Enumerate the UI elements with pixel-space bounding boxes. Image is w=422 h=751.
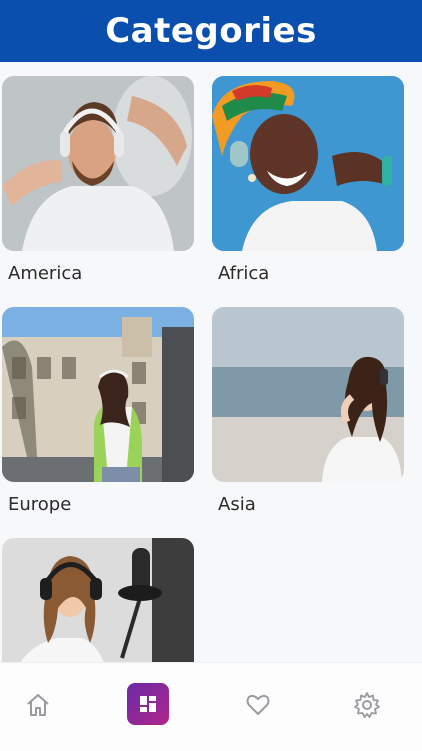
category-label-america: America xyxy=(8,263,83,284)
bottom-tab-bar xyxy=(0,662,422,751)
category-card-europe[interactable]: Europe xyxy=(2,307,194,515)
tab-settings[interactable] xyxy=(345,683,389,727)
page-title: Categories xyxy=(105,11,317,51)
category-card-5[interactable] xyxy=(2,538,194,662)
heart-icon xyxy=(246,694,270,715)
category-image-europe[interactable] xyxy=(2,307,194,482)
category-card-asia[interactable]: Asia xyxy=(212,307,404,515)
category-grid: America Africa Europe Asia xyxy=(0,62,422,662)
tab-categories[interactable] xyxy=(127,683,169,725)
gear-icon xyxy=(354,692,380,718)
tab-home[interactable] xyxy=(16,683,60,727)
category-card-america[interactable]: America xyxy=(2,76,194,284)
category-image-america[interactable] xyxy=(2,76,194,251)
home-icon xyxy=(27,694,49,716)
category-image-africa[interactable] xyxy=(212,76,404,251)
category-card-africa[interactable]: Africa xyxy=(212,76,404,284)
category-label-africa: Africa xyxy=(218,263,270,284)
category-image-asia[interactable] xyxy=(212,307,404,482)
tab-favorites[interactable] xyxy=(236,683,280,727)
category-label-europe: Europe xyxy=(8,494,72,515)
category-label-asia: Asia xyxy=(218,494,256,515)
category-image-5[interactable] xyxy=(2,538,194,662)
grid-icon xyxy=(140,696,156,712)
app-header: Categories xyxy=(0,0,422,62)
